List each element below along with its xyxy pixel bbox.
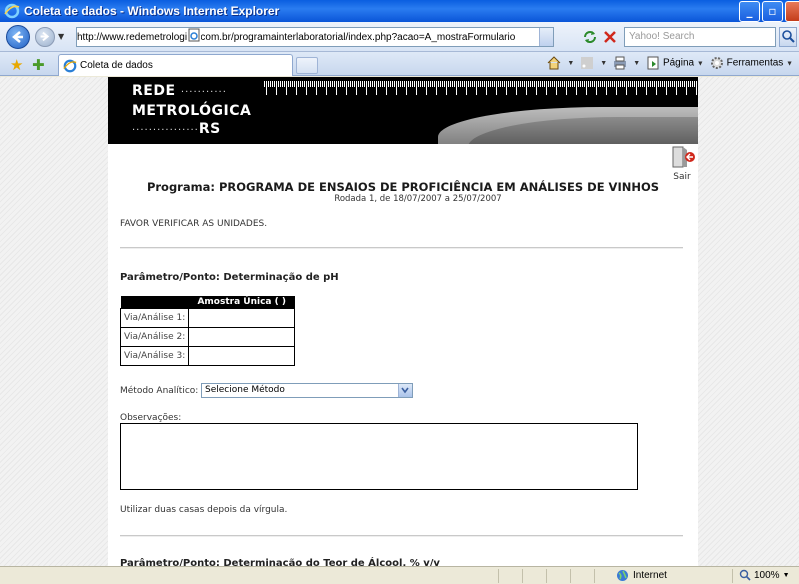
value-input-1[interactable] <box>188 307 296 328</box>
method-label: Método Analítico: <box>120 386 199 396</box>
tab-label: Coleta de dados <box>80 60 153 71</box>
chevron-down-icon[interactable] <box>398 384 412 397</box>
observations-textarea[interactable] <box>120 423 638 490</box>
maximize-button[interactable]: ▫ <box>762 1 783 22</box>
zoom-control[interactable]: 100% ▼ <box>739 569 790 581</box>
window-title: Coleta de dados - Windows Internet Explo… <box>24 4 280 18</box>
table-row: Via/Análise 1: <box>119 307 296 328</box>
close-button[interactable] <box>785 1 799 22</box>
divider <box>120 535 683 537</box>
search-button[interactable] <box>779 27 797 47</box>
feeds-icon[interactable] <box>580 56 594 70</box>
maximize-icon: ▫ <box>768 4 777 18</box>
zone-label: Internet <box>633 570 667 581</box>
logo-line-2: METROLÓGICA <box>132 103 252 119</box>
tools-menu-label: Ferramentas <box>726 57 784 69</box>
tab-ie-icon <box>63 59 77 72</box>
parameter-title-2: Parâmetro/Ponto: Determinação do Teor de… <box>120 558 440 566</box>
round-dates: Rodada 1, de 18/07/2007 a 25/07/2007 <box>334 194 502 204</box>
forward-arrow-icon <box>40 31 50 42</box>
site-logo: REDE ··········· METROLÓGICA ···········… <box>132 83 252 137</box>
print-dropdown-icon[interactable]: ▼ <box>633 60 640 67</box>
search-icon <box>782 30 795 43</box>
table-header-sample: Amostra Única ( ) <box>188 296 295 308</box>
tools-menu[interactable]: Ferramentas ▼ <box>710 56 793 70</box>
zoom-icon <box>739 569 751 581</box>
divider <box>120 247 683 249</box>
address-dropdown-button[interactable] <box>539 28 553 46</box>
refresh-icon[interactable] <box>581 28 599 46</box>
page-viewport: REDE ··········· METROLÓGICA ···········… <box>0 77 799 566</box>
logo-line-1: REDE <box>132 83 176 99</box>
decimal-hint: Utilizar duas casas depois da vírgula. <box>120 505 288 515</box>
value-input-2[interactable] <box>188 326 296 347</box>
print-icon[interactable] <box>613 56 627 70</box>
row-label: Via/Análise 2: <box>119 326 190 347</box>
new-tab-button[interactable] <box>296 57 318 74</box>
observations-label: Observações: <box>120 413 182 423</box>
parameter-title: Parâmetro/Ponto: Determinação de pH <box>120 272 339 283</box>
program-title: Programa: PROGRAMA DE ENSAIOS DE PROFICI… <box>146 180 660 194</box>
table-header-blank <box>120 296 189 308</box>
status-bar: Internet 100% ▼ <box>0 566 799 584</box>
logo-line-3: RS <box>198 121 221 137</box>
row-label: Via/Análise 1: <box>119 307 190 328</box>
history-dropdown-icon[interactable]: ▼ <box>58 32 64 41</box>
window-title-bar: Coleta de dados - Windows Internet Explo… <box>0 0 799 22</box>
site-banner: REDE ··········· METROLÓGICA ···········… <box>108 77 698 144</box>
minimize-icon: _ <box>746 4 753 18</box>
search-input[interactable]: Yahoo! Search <box>624 27 776 47</box>
table-row: Via/Análise 3: <box>119 345 296 366</box>
row-label: Via/Análise 3: <box>119 345 190 366</box>
forward-button[interactable] <box>35 27 55 47</box>
value-input-3[interactable] <box>188 345 296 366</box>
tools-gear-icon <box>710 57 723 69</box>
tab-bar: ★ ✚ Coleta de dados ▼ ▼ ▼ Página ▼ Ferra… <box>0 52 799 76</box>
page-menu[interactable]: Página ▼ <box>646 56 704 70</box>
page-menu-label: Página <box>662 57 695 69</box>
page-icon <box>187 28 201 42</box>
ie-logo-icon <box>4 3 20 19</box>
back-arrow-icon <box>12 31 23 43</box>
minimize-button[interactable]: _ <box>739 1 760 22</box>
sample-table: Amostra Única ( ) Via/Análise 1: Via/Aná… <box>119 296 296 366</box>
stop-icon[interactable] <box>601 28 619 46</box>
units-notice: FAVOR VERIFICAR AS UNIDADES. <box>120 219 268 229</box>
navigation-bar: ▼ http://www.redemetrologica.com.br/prog… <box>0 22 799 52</box>
back-button[interactable] <box>6 25 30 49</box>
method-selected-value: Selecione Método <box>205 385 285 395</box>
exit-button[interactable]: Sair <box>668 145 696 182</box>
address-url: http://www.redemetrologica.com.br/progra… <box>77 31 516 43</box>
add-favorites-icon[interactable]: ✚ <box>32 56 45 74</box>
page-menu-icon <box>647 56 659 70</box>
ruler-graphic <box>264 81 698 99</box>
table-row: Via/Análise 2: <box>119 326 296 347</box>
globe-icon <box>617 570 628 581</box>
exit-door-icon <box>672 146 695 168</box>
home-dropdown-icon[interactable]: ▼ <box>567 60 574 67</box>
zoom-level: 100% <box>754 569 780 581</box>
tab-coleta-de-dados[interactable]: Coleta de dados <box>58 54 293 76</box>
security-zone[interactable]: Internet <box>616 569 667 582</box>
feeds-dropdown-icon[interactable]: ▼ <box>600 60 607 67</box>
page-content: REDE ··········· METROLÓGICA ···········… <box>108 77 698 566</box>
method-select[interactable]: Selecione Método <box>201 383 413 398</box>
home-icon[interactable] <box>547 56 561 70</box>
address-field[interactable]: http://www.redemetrologica.com.br/progra… <box>76 27 554 47</box>
favorites-star-icon[interactable]: ★ <box>10 56 23 74</box>
